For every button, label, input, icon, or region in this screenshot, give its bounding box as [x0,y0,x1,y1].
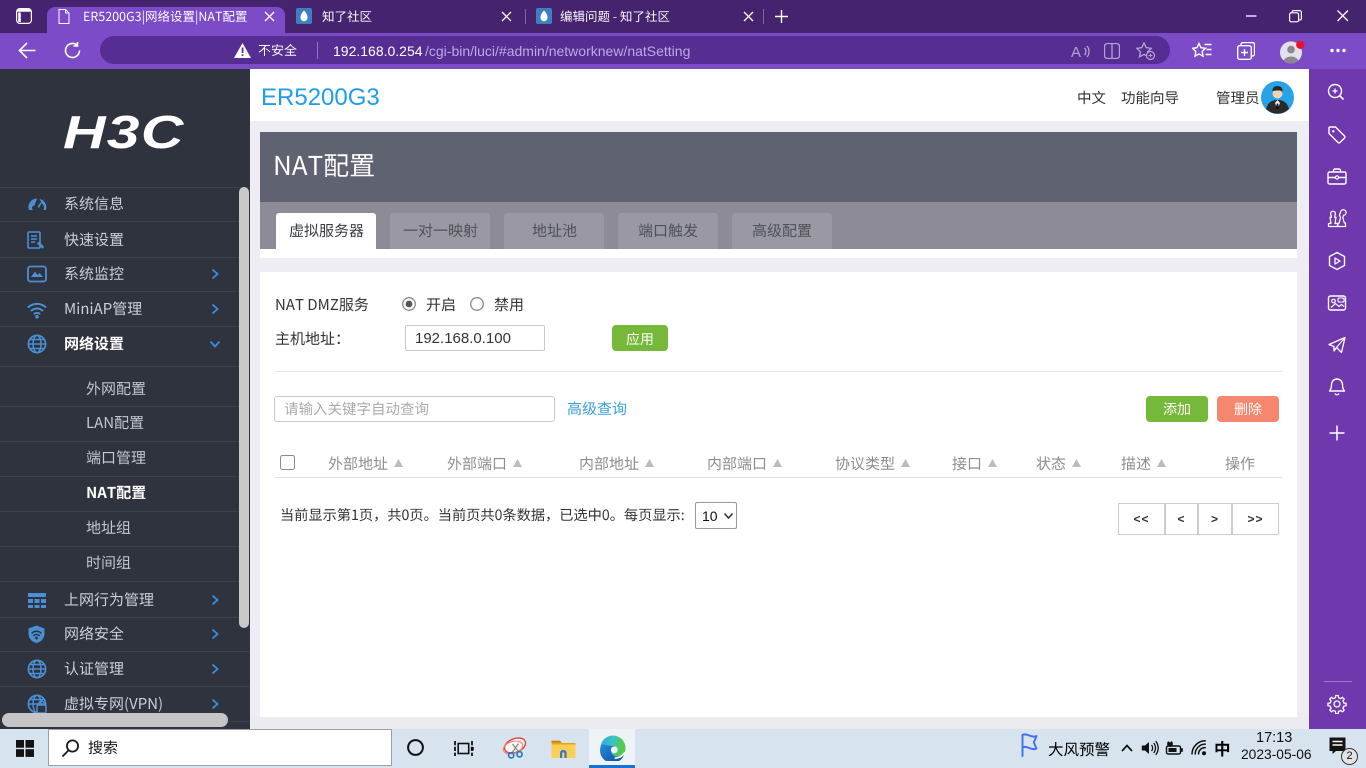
svg-text:A: A [1071,44,1081,59]
